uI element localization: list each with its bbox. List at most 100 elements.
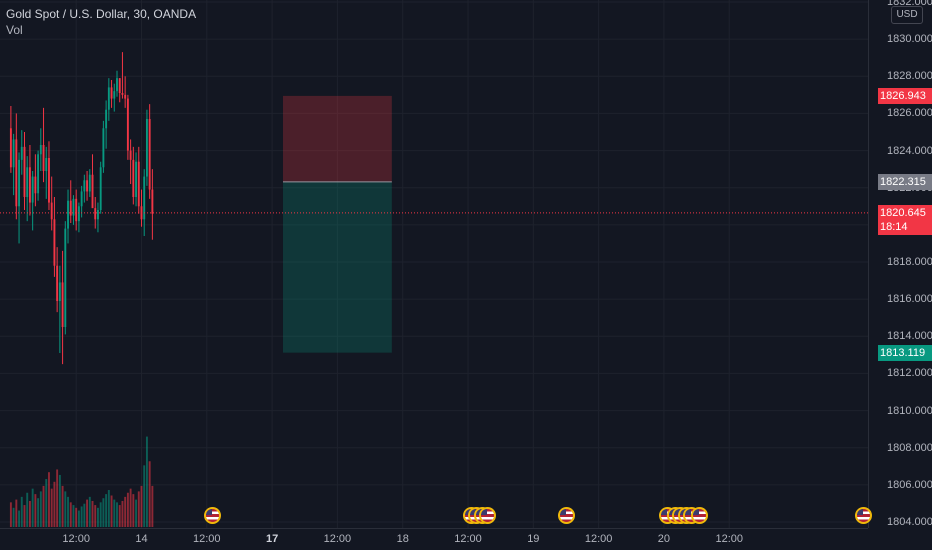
volume-bar	[42, 485, 45, 527]
time-tick-label: 12:00	[584, 533, 613, 545]
volume-bar	[53, 481, 56, 527]
volume-bar	[31, 488, 34, 527]
price-tick-label: 1830.000	[887, 33, 932, 46]
candle-body	[135, 161, 138, 197]
target-price-value: 1813.119	[880, 346, 926, 359]
candle-body	[28, 167, 31, 203]
candle-body	[113, 91, 116, 99]
volume-bar	[61, 485, 64, 527]
candle-body	[151, 189, 154, 214]
candle-body	[18, 159, 20, 207]
candle-body	[34, 176, 37, 194]
volume-bar	[67, 496, 69, 527]
candle-body	[88, 174, 91, 192]
price-tick-label: 1814.000	[887, 330, 932, 343]
volume-bar	[9, 502, 12, 527]
volume-bar	[121, 500, 124, 527]
candle-body	[58, 282, 61, 301]
price-tick-label: 1806.000	[887, 478, 932, 491]
time-tick-label: 12:00	[715, 533, 743, 545]
time-tick-label: 12:00	[323, 533, 352, 545]
candle-body	[9, 128, 12, 168]
volume-bar	[151, 485, 154, 527]
volume-bar	[91, 500, 94, 527]
candle-body	[116, 78, 118, 92]
candle-body	[148, 119, 151, 190]
candle-body	[53, 219, 56, 266]
us-flag-icon[interactable]	[854, 507, 872, 524]
currency-button[interactable]: USD	[891, 6, 923, 24]
volume-bar	[26, 492, 29, 527]
candle-body	[15, 139, 18, 207]
candle-body	[102, 128, 105, 168]
candle-body	[12, 139, 15, 168]
candle-body	[61, 282, 64, 327]
candle-body	[48, 158, 50, 203]
time-tick-label: 19	[527, 533, 540, 545]
time-tick-label: 12:00	[454, 533, 482, 545]
candle-body	[105, 109, 108, 129]
price-tick-label: 1812.000	[887, 367, 932, 380]
entry-price-value: 1822.315	[880, 175, 926, 188]
volume-bar	[140, 485, 143, 527]
volume-indicator-label[interactable]: Vol	[6, 22, 196, 38]
stop-price-value: 1826.943	[880, 89, 926, 102]
volume-bar	[135, 499, 138, 527]
volume-bar	[126, 492, 129, 527]
price-tick-label: 1804.000	[887, 516, 932, 528]
price-axis[interactable]: 1832.000 1830.000 1828.000 1826.000 1824.000…	[868, 0, 932, 528]
candle-body	[31, 176, 34, 203]
symbol-title[interactable]: Gold Spot / U.S. Dollar, 30, OANDA	[6, 6, 196, 22]
candle-body	[75, 198, 78, 222]
volume-bar	[118, 505, 121, 527]
volume-bar	[39, 491, 42, 527]
volume-bar	[23, 505, 26, 527]
volume-bar	[88, 496, 91, 527]
volume-bar	[105, 494, 108, 527]
candle-body	[83, 180, 86, 192]
price-tick-label: 1808.000	[887, 441, 932, 454]
candle-body	[94, 208, 97, 220]
candle-body	[56, 265, 59, 301]
volume-bar	[15, 499, 18, 527]
volume-bar	[145, 436, 148, 527]
candle-body	[80, 191, 83, 207]
volume-bar	[45, 479, 48, 527]
candle-body	[86, 180, 89, 192]
volume-bar	[64, 491, 67, 527]
volume-bar	[107, 490, 110, 527]
time-tick-label: 18	[396, 533, 409, 545]
candle-body	[50, 202, 53, 220]
volume-bar	[99, 502, 102, 527]
volume-bar	[56, 469, 59, 527]
volume-bar	[116, 502, 118, 527]
time-axis[interactable]: 12:00 14 12:00 17 12:00 18 12:00 19 12:00 20 12:00	[0, 528, 868, 550]
candle-body	[67, 200, 69, 229]
candle-body	[37, 154, 40, 194]
volume-bar	[148, 461, 151, 527]
time-tick-label: 14	[135, 533, 148, 545]
candle-body	[121, 93, 124, 95]
price-tick-label: 1816.000	[887, 293, 932, 306]
last-price-tag: 1820.645 18:14	[878, 204, 932, 235]
candle-body	[145, 119, 148, 177]
volume-bar	[124, 496, 127, 527]
candle-body	[26, 167, 29, 197]
chart-pane[interactable]	[0, 0, 868, 528]
volume-bar	[83, 503, 86, 527]
bar-countdown: 18:14	[880, 220, 908, 233]
volume-bar	[143, 465, 146, 527]
candle-body	[126, 98, 129, 151]
volume-bar	[37, 498, 40, 527]
price-chart[interactable]	[0, 0, 868, 528]
chart-background	[0, 0, 868, 528]
volume-bar	[50, 488, 53, 527]
volume-bar	[20, 496, 23, 527]
volume-bar	[97, 507, 99, 527]
time-tick-label: 20	[657, 533, 671, 545]
candle-body	[124, 94, 127, 99]
us-flag-icon[interactable]	[479, 507, 497, 524]
volume-bar	[18, 510, 20, 527]
us-flag-icon[interactable]	[557, 507, 575, 524]
take-profit-zone	[282, 181, 392, 353]
